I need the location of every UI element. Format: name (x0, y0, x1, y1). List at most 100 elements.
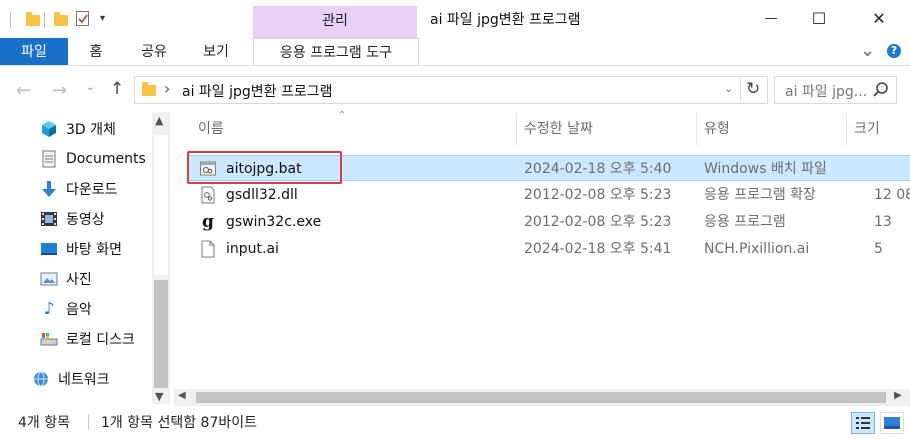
file-type: NCH.Pixillion.ai (704, 241, 810, 257)
breadcrumb-current[interactable]: ai 파일 jpg변환 프로그램 (182, 81, 333, 101)
file-row[interactable]: g gswin32c.exe 2012-02-08 오후 5:23 응용 프로그… (188, 209, 910, 235)
qat-divider (44, 12, 45, 28)
large-icons-view-button[interactable] (880, 412, 904, 434)
blank-file-icon (200, 240, 216, 258)
nav-item-network[interactable]: 네트워크 (32, 367, 110, 391)
file-size: 13 (874, 214, 892, 230)
nav-item-pictures[interactable]: 사진 (40, 267, 92, 291)
nav-scroll-thumb[interactable] (154, 280, 168, 388)
videos-icon (40, 210, 58, 228)
file-name: gsdll32.dll (226, 187, 298, 203)
tab-application-tools[interactable]: 응용 프로그램 도구 (253, 38, 419, 66)
file-size: 12 08 (874, 187, 910, 203)
nav-item-documents[interactable]: Documents (40, 147, 146, 171)
file-row[interactable]: gsdll32.dll 2012-02-08 오후 5:23 응용 프로그램 확… (188, 182, 910, 208)
documents-icon (40, 150, 58, 168)
file-size: 5 (874, 241, 883, 257)
folder-icon[interactable] (26, 12, 40, 26)
qat-divider (10, 12, 11, 28)
file-type: 응용 프로그램 (704, 214, 786, 230)
ribbon-divider (0, 65, 910, 66)
context-tab-manage: 관리 (253, 6, 417, 38)
nav-item-desktop[interactable]: 바탕 화면 (40, 237, 122, 261)
tab-home[interactable]: 홈 (78, 38, 114, 66)
nav-scroll-down-icon[interactable]: ▼ (155, 390, 163, 403)
details-view-button[interactable] (851, 412, 875, 434)
pictures-icon (40, 270, 58, 288)
column-header-date[interactable]: 수정한 날짜 (524, 113, 593, 145)
nav-item-3d-objects[interactable]: 3D 개체 (40, 117, 116, 141)
minimize-button[interactable]: — (748, 0, 794, 36)
file-name: input.ai (226, 241, 279, 257)
sort-ascending-icon: ⌃ (338, 110, 347, 121)
nav-item-local-disk[interactable]: 로컬 디스크 (40, 327, 135, 351)
window-title: ai 파일 jpg변환 프로그램 (430, 12, 581, 28)
nav-item-downloads[interactable]: 다운로드 (40, 177, 118, 201)
nav-item-label: Documents (66, 151, 146, 167)
nav-item-label: 로컬 디스크 (66, 332, 135, 348)
nav-item-label: 3D 개체 (66, 122, 116, 138)
file-date: 2012-02-08 오후 5:23 (524, 214, 672, 230)
new-folder-icon[interactable] (54, 12, 68, 26)
nav-scroll-track[interactable] (154, 135, 168, 275)
column-divider[interactable] (516, 113, 517, 145)
refresh-icon[interactable]: ↻ (746, 79, 760, 99)
minimize-icon: — (764, 10, 778, 26)
network-icon (32, 370, 50, 388)
tab-view[interactable]: 보기 (196, 38, 236, 66)
file-type: 응용 프로그램 확장 (704, 187, 816, 203)
column-header-size[interactable]: 크기 (854, 113, 880, 145)
address-dropdown-icon[interactable]: ⌄ (724, 82, 733, 95)
column-header-name[interactable]: 이름 (198, 113, 224, 145)
up-icon[interactable]: ↑ (110, 79, 124, 99)
nav-scroll-up-icon[interactable]: ▲ (155, 114, 163, 127)
expand-ribbon-icon[interactable]: ⌄ (860, 40, 875, 61)
file-type: Windows 배치 파일 (704, 161, 827, 177)
nav-item-label: 사진 (66, 272, 92, 288)
help-icon[interactable]: ? (887, 44, 901, 58)
3d-objects-icon (40, 120, 58, 138)
breadcrumb-separator[interactable]: › (164, 79, 170, 98)
close-button[interactable]: ✕ (856, 0, 902, 36)
search-placeholder: ai 파일 jpg... (785, 84, 868, 100)
details-view-icon (856, 417, 870, 429)
nav-item-label: 다운로드 (66, 182, 118, 198)
qat-dropdown-icon[interactable]: ▾ (100, 13, 105, 24)
recent-locations-icon[interactable]: ⌄ (86, 82, 94, 93)
music-icon: ♪ (43, 299, 55, 319)
address-divider (740, 78, 741, 102)
column-header-type[interactable]: 유형 (704, 113, 730, 145)
nav-item-videos[interactable]: 동영상 (40, 207, 105, 231)
status-item-count: 4개 항목 (18, 415, 70, 431)
file-date: 2024-02-18 오후 5:40 (524, 161, 672, 177)
tab-file[interactable]: 파일 (0, 38, 68, 66)
maximize-icon: ☐ (811, 8, 827, 28)
maximize-button[interactable]: ☐ (796, 0, 842, 36)
highlight-box (187, 151, 342, 184)
dll-file-icon (200, 186, 216, 204)
file-row[interactable]: input.ai 2024-02-18 오후 5:41 NCH.Pixillio… (188, 236, 910, 262)
large-icons-view-icon (884, 417, 900, 429)
nav-item-label: 음악 (66, 302, 92, 318)
file-date: 2012-02-08 오후 5:23 (524, 187, 672, 203)
nav-item-music[interactable]: ♪ 음악 (40, 297, 92, 321)
tab-share[interactable]: 공유 (134, 38, 174, 66)
address-folder-icon (142, 82, 156, 96)
horizontal-scroll-thumb[interactable] (196, 392, 886, 403)
local-disk-icon (40, 330, 58, 348)
file-date: 2024-02-18 오후 5:41 (524, 241, 672, 257)
forward-icon[interactable]: → (52, 80, 67, 101)
search-icon[interactable] (872, 81, 890, 99)
desktop-icon (40, 240, 58, 258)
status-divider (88, 414, 89, 430)
properties-icon[interactable] (76, 11, 89, 26)
close-icon: ✕ (872, 8, 886, 28)
scroll-right-icon[interactable]: ▶ (894, 390, 902, 401)
scroll-left-icon[interactable]: ◀ (178, 390, 186, 401)
ghostscript-exe-icon: g (202, 212, 214, 232)
nav-item-label: 바탕 화면 (66, 242, 122, 258)
column-divider[interactable] (846, 113, 847, 145)
column-divider[interactable] (696, 113, 697, 145)
back-icon[interactable]: ← (16, 80, 31, 101)
nav-item-label: 동영상 (66, 212, 105, 228)
